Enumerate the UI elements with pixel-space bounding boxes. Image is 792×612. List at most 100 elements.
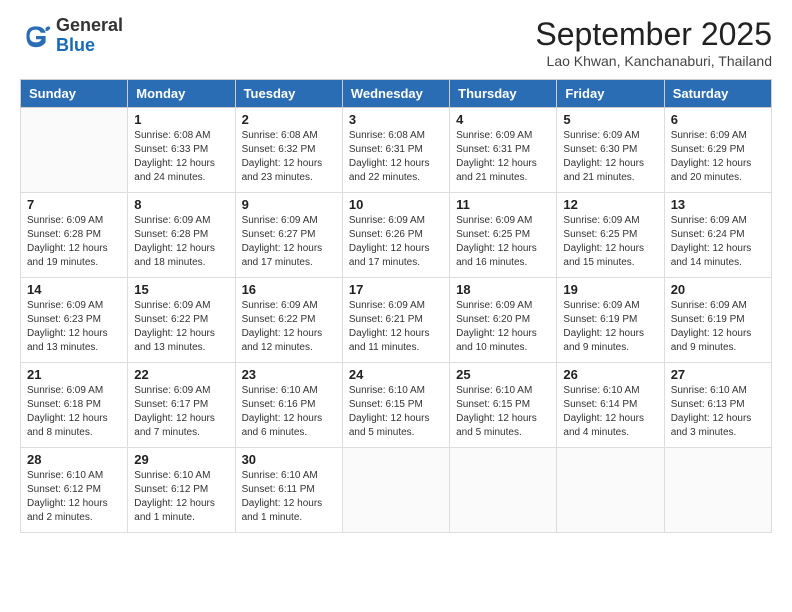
calendar-cell: 26 Sunrise: 6:10 AM Sunset: 6:14 PM Dayli… <box>557 363 664 448</box>
day-info: Sunrise: 6:09 AM Sunset: 6:24 PM Dayligh… <box>671 214 765 270</box>
col-sunday: Sunday <box>21 80 128 108</box>
day-info: Sunrise: 6:09 AM Sunset: 6:25 PM Dayligh… <box>456 214 550 270</box>
day-number: 24 <box>349 367 443 382</box>
calendar-cell: 14Sunrise: 6:09 AM Sunset: 6:23 PM Dayli… <box>21 278 128 363</box>
day-number: 4 <box>456 112 550 127</box>
day-number: 29 <box>134 452 228 467</box>
day-number: 26 <box>563 367 657 382</box>
day-info: Sunrise: 6:08 AM Sunset: 6:31 PM Dayligh… <box>349 129 443 185</box>
calendar-cell: 6Sunrise: 6:09 AM Sunset: 6:29 PM Daylig… <box>664 108 771 193</box>
calendar-cell: 22 Sunrise: 6:09 AM Sunset: 6:17 PM Dayli… <box>128 363 235 448</box>
day-number: 27 <box>671 367 765 382</box>
calendar-table: Sunday Monday Tuesday Wednesday Thursday… <box>20 79 772 533</box>
calendar-cell: 29 Sunrise: 6:10 AM Sunset: 6:12 PM Dayli… <box>128 448 235 533</box>
day-number: 20 <box>671 282 765 297</box>
day-info: Sunrise: 6:09 AM Sunset: 6:30 PM Dayligh… <box>563 129 657 185</box>
day-info: Sunrise: 6:09 AM Sunset: 6:19 PM Dayligh… <box>671 299 765 355</box>
calendar-cell: 3 Sunrise: 6:08 AM Sunset: 6:31 PM Daylig… <box>342 108 449 193</box>
day-info: Sunrise: 6:10 AM Sunset: 6:11 PM Dayligh… <box>242 469 336 525</box>
calendar-week-5: 28 Sunrise: 6:10 AM Sunset: 6:12 PM Dayli… <box>21 448 772 533</box>
day-number: 11 <box>456 197 550 212</box>
calendar-cell: 25 Sunrise: 6:10 AM Sunset: 6:15 PM Dayli… <box>450 363 557 448</box>
day-info: Sunrise: 6:08 AM Sunset: 6:33 PM Dayligh… <box>134 129 228 185</box>
day-info: Sunrise: 6:10 AM Sunset: 6:16 PM Dayligh… <box>242 384 336 440</box>
day-info: Sunrise: 6:09 AM Sunset: 6:28 PM Dayligh… <box>134 214 228 270</box>
day-number: 16 <box>242 282 336 297</box>
col-wednesday: Wednesday <box>342 80 449 108</box>
calendar-cell: 24 Sunrise: 6:10 AM Sunset: 6:15 PM Dayli… <box>342 363 449 448</box>
day-info: Sunrise: 6:09 AM Sunset: 6:23 PM Dayligh… <box>27 299 121 355</box>
day-info: Sunrise: 6:10 AM Sunset: 6:15 PM Dayligh… <box>349 384 443 440</box>
col-saturday: Saturday <box>664 80 771 108</box>
calendar-cell: 27Sunrise: 6:10 AM Sunset: 6:13 PM Dayli… <box>664 363 771 448</box>
day-info: Sunrise: 6:10 AM Sunset: 6:12 PM Dayligh… <box>134 469 228 525</box>
calendar-cell: 19Sunrise: 6:09 AM Sunset: 6:19 PM Dayli… <box>557 278 664 363</box>
calendar-week-3: 14Sunrise: 6:09 AM Sunset: 6:23 PM Dayli… <box>21 278 772 363</box>
calendar-week-1: 1 Sunrise: 6:08 AM Sunset: 6:33 PM Daylig… <box>21 108 772 193</box>
day-number: 2 <box>242 112 336 127</box>
calendar-cell: 11 Sunrise: 6:09 AM Sunset: 6:25 PM Dayli… <box>450 193 557 278</box>
calendar-cell <box>21 108 128 193</box>
day-info: Sunrise: 6:09 AM Sunset: 6:31 PM Dayligh… <box>456 129 550 185</box>
calendar-cell: 8 Sunrise: 6:09 AM Sunset: 6:28 PM Daylig… <box>128 193 235 278</box>
day-number: 25 <box>456 367 550 382</box>
day-info: Sunrise: 6:10 AM Sunset: 6:15 PM Dayligh… <box>456 384 550 440</box>
day-info: Sunrise: 6:08 AM Sunset: 6:32 PM Dayligh… <box>242 129 336 185</box>
day-info: Sunrise: 6:09 AM Sunset: 6:28 PM Dayligh… <box>27 214 121 270</box>
calendar-cell: 15Sunrise: 6:09 AM Sunset: 6:22 PM Dayli… <box>128 278 235 363</box>
location-subtitle: Lao Khwan, Kanchanaburi, Thailand <box>535 53 772 69</box>
calendar-cell: 23 Sunrise: 6:10 AM Sunset: 6:16 PM Dayli… <box>235 363 342 448</box>
calendar-cell: 28 Sunrise: 6:10 AM Sunset: 6:12 PM Dayli… <box>21 448 128 533</box>
day-number: 21 <box>27 367 121 382</box>
day-number: 10 <box>349 197 443 212</box>
day-number: 28 <box>27 452 121 467</box>
logo-icon <box>20 20 52 52</box>
col-tuesday: Tuesday <box>235 80 342 108</box>
logo-blue: Blue <box>56 35 95 55</box>
calendar-cell: 17Sunrise: 6:09 AM Sunset: 6:21 PM Dayli… <box>342 278 449 363</box>
page-header: General Blue September 2025 Lao Khwan, K… <box>20 16 772 69</box>
day-info: Sunrise: 6:10 AM Sunset: 6:12 PM Dayligh… <box>27 469 121 525</box>
day-number: 17 <box>349 282 443 297</box>
calendar-cell: 16 Sunrise: 6:09 AM Sunset: 6:22 PM Dayli… <box>235 278 342 363</box>
calendar-cell <box>557 448 664 533</box>
day-info: Sunrise: 6:10 AM Sunset: 6:14 PM Dayligh… <box>563 384 657 440</box>
calendar-week-4: 21Sunrise: 6:09 AM Sunset: 6:18 PM Dayli… <box>21 363 772 448</box>
day-number: 1 <box>134 112 228 127</box>
day-info: Sunrise: 6:09 AM Sunset: 6:26 PM Dayligh… <box>349 214 443 270</box>
day-number: 23 <box>242 367 336 382</box>
day-number: 3 <box>349 112 443 127</box>
month-year-title: September 2025 <box>535 16 772 53</box>
calendar-cell: 13 Sunrise: 6:09 AM Sunset: 6:24 PM Dayli… <box>664 193 771 278</box>
day-info: Sunrise: 6:09 AM Sunset: 6:20 PM Dayligh… <box>456 299 550 355</box>
day-number: 15 <box>134 282 228 297</box>
day-info: Sunrise: 6:09 AM Sunset: 6:17 PM Dayligh… <box>134 384 228 440</box>
calendar-cell: 18Sunrise: 6:09 AM Sunset: 6:20 PM Dayli… <box>450 278 557 363</box>
day-info: Sunrise: 6:09 AM Sunset: 6:22 PM Dayligh… <box>242 299 336 355</box>
logo-text: General Blue <box>56 16 123 56</box>
calendar-cell: 9Sunrise: 6:09 AM Sunset: 6:27 PM Daylig… <box>235 193 342 278</box>
day-number: 9 <box>242 197 336 212</box>
day-number: 19 <box>563 282 657 297</box>
col-thursday: Thursday <box>450 80 557 108</box>
calendar-cell: 12Sunrise: 6:09 AM Sunset: 6:25 PM Dayli… <box>557 193 664 278</box>
day-number: 8 <box>134 197 228 212</box>
day-number: 12 <box>563 197 657 212</box>
day-number: 7 <box>27 197 121 212</box>
calendar-cell: 21Sunrise: 6:09 AM Sunset: 6:18 PM Dayli… <box>21 363 128 448</box>
day-number: 30 <box>242 452 336 467</box>
day-number: 22 <box>134 367 228 382</box>
day-number: 5 <box>563 112 657 127</box>
calendar-cell: 4 Sunrise: 6:09 AM Sunset: 6:31 PM Daylig… <box>450 108 557 193</box>
calendar-cell: 5 Sunrise: 6:09 AM Sunset: 6:30 PM Daylig… <box>557 108 664 193</box>
calendar-cell: 7 Sunrise: 6:09 AM Sunset: 6:28 PM Daylig… <box>21 193 128 278</box>
col-monday: Monday <box>128 80 235 108</box>
calendar-cell: 20 Sunrise: 6:09 AM Sunset: 6:19 PM Dayli… <box>664 278 771 363</box>
day-number: 13 <box>671 197 765 212</box>
calendar-cell <box>664 448 771 533</box>
title-block: September 2025 Lao Khwan, Kanchanaburi, … <box>535 16 772 69</box>
calendar-cell: 1 Sunrise: 6:08 AM Sunset: 6:33 PM Daylig… <box>128 108 235 193</box>
logo: General Blue <box>20 16 123 56</box>
day-info: Sunrise: 6:09 AM Sunset: 6:29 PM Dayligh… <box>671 129 765 185</box>
calendar-header-row: Sunday Monday Tuesday Wednesday Thursday… <box>21 80 772 108</box>
